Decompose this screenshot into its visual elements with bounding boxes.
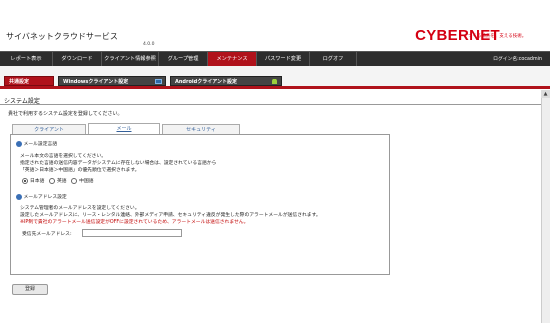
section-bullet-icon [16,140,22,147]
subtab-common[interactable]: 共通設定 [4,76,54,86]
radio-english[interactable]: 英語 [48,177,67,184]
radio-english-input[interactable] [48,177,55,184]
subtab-common-label: 共通設定 [9,79,30,85]
radio-chinese-input[interactable] [71,177,78,184]
mail-language-line-3: 「英語＞日本語＞中国語」の優先順位で選択されます。 [20,168,140,173]
admin-email-title: メールアドレス設定 [23,195,67,200]
radio-japanese-label: 日本語 [30,179,45,184]
nav-logoff[interactable]: ログオフ [310,52,357,66]
radio-chinese[interactable]: 中国語 [71,177,94,184]
admin-email-line-1: システム管理者のメールアドレスを設定してください。 [20,206,140,211]
nav-maintenance[interactable]: メンテナンス [208,52,257,66]
mail-language-line-2: 指定された言語の送信内容データがシステムに存在しない場合は、設定されている言語か… [20,161,217,166]
scroll-up-icon[interactable]: ▲ [541,90,550,98]
radio-japanese-input[interactable] [22,177,28,184]
login-info: ログイン名:cocadmin [493,57,542,62]
radio-japanese[interactable]: 日本語 [22,177,45,184]
section-divider [0,104,541,105]
subtab-windows-label: Windowsクライアント設定 [63,79,129,85]
radio-english-label: 英語 [56,179,67,184]
nav-report[interactable]: レポート表示 [0,52,53,66]
admin-email-line-2: 設定したメールアドレスに、リース・レンタル連絡、外部メディア申請、セキュリティ違… [20,213,321,218]
mail-language-heading: メール設定言語 [16,140,57,147]
subtab-android-label: Androidクライアント設定 [175,79,238,85]
section-description: 貴社で利用するシステム設定を登録してください。 [8,111,123,117]
app-title: サイバネットクラウドサービス [6,32,118,41]
nav-download[interactable]: ダウンロード [53,52,102,66]
android-icon [272,79,277,84]
subtab-underline [0,86,550,89]
nav-group[interactable]: グループ管理 [159,52,208,66]
subtab-android[interactable]: Androidクライアント設定 [170,76,282,86]
nav-password[interactable]: パスワード変更 [257,52,310,66]
register-button[interactable]: 登録 [12,284,48,295]
mail-language-line-1: メール本文の言語を選択してください。 [20,154,107,159]
recipient-email-input[interactable] [82,229,182,237]
radio-chinese-label: 中国語 [79,179,94,184]
nav-client-info[interactable]: クライアント情報参照 [102,52,159,66]
mail-language-title: メール設定言語 [23,142,58,147]
version-label: 4.0.0 [143,42,155,47]
brand-tagline: つくる情熱を、支える技術。 [468,34,527,39]
windows-icon [155,79,162,84]
subtab-windows[interactable]: Windowsクライアント設定 [58,76,166,86]
vertical-scrollbar[interactable] [541,90,550,323]
recipient-email-label: 受信先メールアドレス: [22,232,72,237]
main-nav: レポート表示 ダウンロード クライアント情報参照 グループ管理 メンテナンス パ… [0,51,550,67]
admin-email-heading: メールアドレス設定 [16,193,67,200]
language-radio-group: 日本語 英語 中国語 [22,177,94,184]
section-bullet-icon [16,193,22,200]
admin-email-warning: ※IP制で貴社のアラートメール送信設定がOFFに設定されているため、アラートメー… [20,220,249,225]
